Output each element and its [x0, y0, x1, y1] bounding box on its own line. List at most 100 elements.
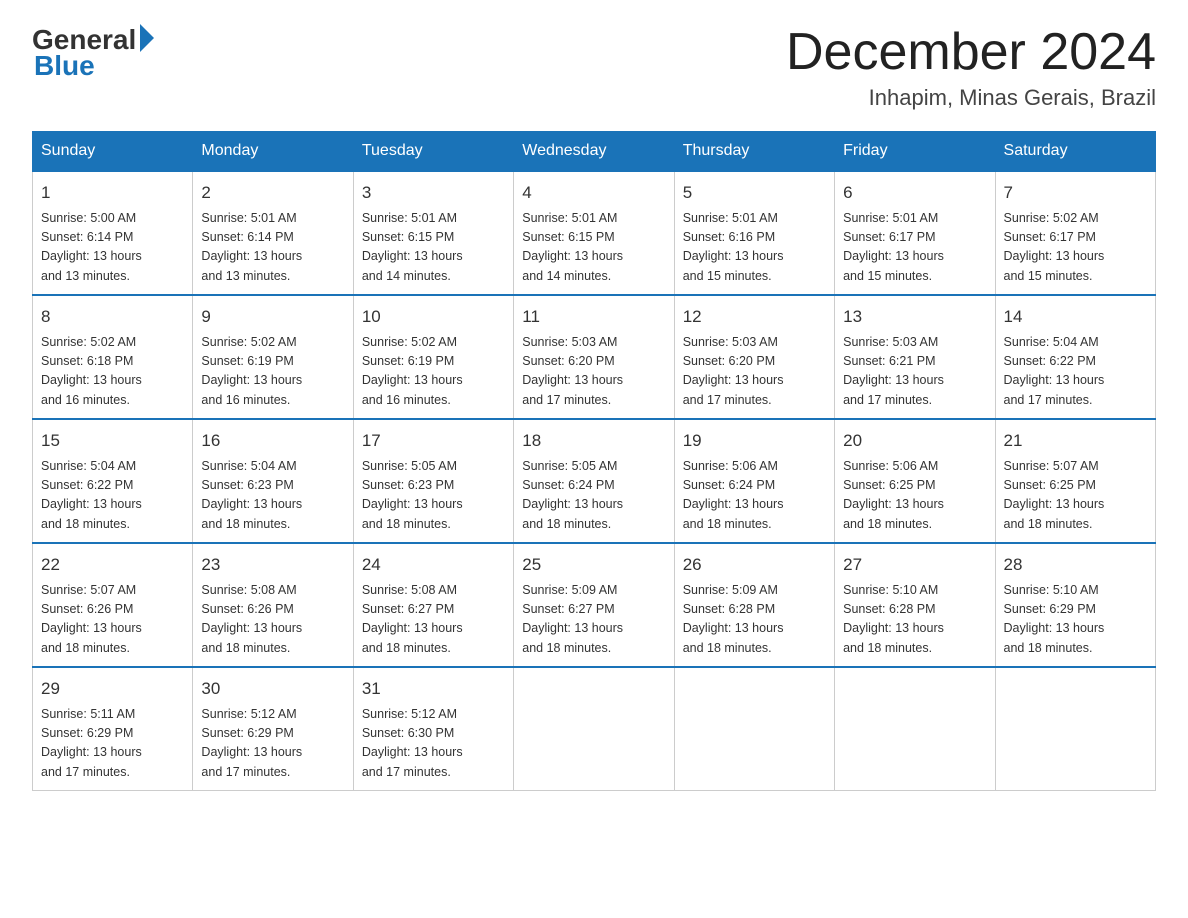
day-number: 1	[41, 180, 184, 206]
day-number: 11	[522, 304, 665, 330]
day-info: Sunrise: 5:04 AMSunset: 6:22 PMDaylight:…	[1004, 333, 1147, 411]
day-info: Sunrise: 5:10 AMSunset: 6:29 PMDaylight:…	[1004, 581, 1147, 659]
day-number: 27	[843, 552, 986, 578]
day-info: Sunrise: 5:00 AMSunset: 6:14 PMDaylight:…	[41, 209, 184, 287]
calendar-cell	[674, 667, 834, 791]
header-tuesday: Tuesday	[353, 132, 513, 172]
day-info: Sunrise: 5:09 AMSunset: 6:28 PMDaylight:…	[683, 581, 826, 659]
day-number: 16	[201, 428, 344, 454]
day-info: Sunrise: 5:08 AMSunset: 6:26 PMDaylight:…	[201, 581, 344, 659]
calendar-body: 1 Sunrise: 5:00 AMSunset: 6:14 PMDaylight…	[33, 171, 1156, 791]
day-number: 29	[41, 676, 184, 702]
calendar-cell	[835, 667, 995, 791]
title-block: December 2024 Inhapim, Minas Gerais, Bra…	[786, 24, 1156, 111]
day-number: 4	[522, 180, 665, 206]
header-friday: Friday	[835, 132, 995, 172]
day-number: 23	[201, 552, 344, 578]
header-sunday: Sunday	[33, 132, 193, 172]
day-number: 8	[41, 304, 184, 330]
calendar-cell: 26 Sunrise: 5:09 AMSunset: 6:28 PMDayligh…	[674, 543, 834, 667]
day-number: 22	[41, 552, 184, 578]
calendar-cell: 4 Sunrise: 5:01 AMSunset: 6:15 PMDaylight…	[514, 171, 674, 295]
day-number: 10	[362, 304, 505, 330]
day-info: Sunrise: 5:02 AMSunset: 6:19 PMDaylight:…	[362, 333, 505, 411]
calendar-cell: 9 Sunrise: 5:02 AMSunset: 6:19 PMDaylight…	[193, 295, 353, 419]
day-number: 7	[1004, 180, 1147, 206]
week-row-4: 22 Sunrise: 5:07 AMSunset: 6:26 PMDayligh…	[33, 543, 1156, 667]
day-info: Sunrise: 5:03 AMSunset: 6:21 PMDaylight:…	[843, 333, 986, 411]
calendar-cell: 24 Sunrise: 5:08 AMSunset: 6:27 PMDayligh…	[353, 543, 513, 667]
day-number: 26	[683, 552, 826, 578]
day-info: Sunrise: 5:01 AMSunset: 6:15 PMDaylight:…	[362, 209, 505, 287]
calendar-cell: 5 Sunrise: 5:01 AMSunset: 6:16 PMDaylight…	[674, 171, 834, 295]
day-info: Sunrise: 5:11 AMSunset: 6:29 PMDaylight:…	[41, 705, 184, 783]
day-number: 5	[683, 180, 826, 206]
calendar-cell: 8 Sunrise: 5:02 AMSunset: 6:18 PMDaylight…	[33, 295, 193, 419]
day-number: 13	[843, 304, 986, 330]
day-info: Sunrise: 5:12 AMSunset: 6:29 PMDaylight:…	[201, 705, 344, 783]
day-info: Sunrise: 5:01 AMSunset: 6:16 PMDaylight:…	[683, 209, 826, 287]
header-thursday: Thursday	[674, 132, 834, 172]
calendar-cell: 16 Sunrise: 5:04 AMSunset: 6:23 PMDayligh…	[193, 419, 353, 543]
day-info: Sunrise: 5:03 AMSunset: 6:20 PMDaylight:…	[522, 333, 665, 411]
calendar-cell: 13 Sunrise: 5:03 AMSunset: 6:21 PMDayligh…	[835, 295, 995, 419]
day-number: 14	[1004, 304, 1147, 330]
header-monday: Monday	[193, 132, 353, 172]
calendar-cell: 7 Sunrise: 5:02 AMSunset: 6:17 PMDaylight…	[995, 171, 1155, 295]
day-number: 25	[522, 552, 665, 578]
calendar-cell: 11 Sunrise: 5:03 AMSunset: 6:20 PMDayligh…	[514, 295, 674, 419]
day-info: Sunrise: 5:10 AMSunset: 6:28 PMDaylight:…	[843, 581, 986, 659]
day-number: 17	[362, 428, 505, 454]
day-number: 21	[1004, 428, 1147, 454]
day-info: Sunrise: 5:08 AMSunset: 6:27 PMDaylight:…	[362, 581, 505, 659]
calendar-cell	[995, 667, 1155, 791]
day-number: 30	[201, 676, 344, 702]
day-number: 9	[201, 304, 344, 330]
calendar-cell: 27 Sunrise: 5:10 AMSunset: 6:28 PMDayligh…	[835, 543, 995, 667]
header-saturday: Saturday	[995, 132, 1155, 172]
week-row-5: 29 Sunrise: 5:11 AMSunset: 6:29 PMDayligh…	[33, 667, 1156, 791]
calendar-header-row: SundayMondayTuesdayWednesdayThursdayFrid…	[33, 132, 1156, 172]
day-info: Sunrise: 5:04 AMSunset: 6:22 PMDaylight:…	[41, 457, 184, 535]
day-info: Sunrise: 5:02 AMSunset: 6:17 PMDaylight:…	[1004, 209, 1147, 287]
day-number: 20	[843, 428, 986, 454]
calendar-cell: 30 Sunrise: 5:12 AMSunset: 6:29 PMDayligh…	[193, 667, 353, 791]
calendar-cell: 19Sunrise: 5:06 AMSunset: 6:24 PMDayligh…	[674, 419, 834, 543]
calendar-cell: 31Sunrise: 5:12 AMSunset: 6:30 PMDayligh…	[353, 667, 513, 791]
calendar-cell: 29 Sunrise: 5:11 AMSunset: 6:29 PMDayligh…	[33, 667, 193, 791]
page-header: General Blue December 2024 Inhapim, Mina…	[32, 24, 1156, 111]
day-info: Sunrise: 5:07 AMSunset: 6:25 PMDaylight:…	[1004, 457, 1147, 535]
calendar-cell: 25 Sunrise: 5:09 AMSunset: 6:27 PMDayligh…	[514, 543, 674, 667]
day-number: 19	[683, 428, 826, 454]
calendar-cell: 3 Sunrise: 5:01 AMSunset: 6:15 PMDaylight…	[353, 171, 513, 295]
day-info: Sunrise: 5:03 AMSunset: 6:20 PMDaylight:…	[683, 333, 826, 411]
calendar-cell: 2 Sunrise: 5:01 AMSunset: 6:14 PMDaylight…	[193, 171, 353, 295]
calendar-cell: 17 Sunrise: 5:05 AMSunset: 6:23 PMDayligh…	[353, 419, 513, 543]
day-number: 12	[683, 304, 826, 330]
calendar-cell: 20 Sunrise: 5:06 AMSunset: 6:25 PMDayligh…	[835, 419, 995, 543]
calendar-cell	[514, 667, 674, 791]
calendar-cell: 28 Sunrise: 5:10 AMSunset: 6:29 PMDayligh…	[995, 543, 1155, 667]
day-info: Sunrise: 5:07 AMSunset: 6:26 PMDaylight:…	[41, 581, 184, 659]
day-info: Sunrise: 5:01 AMSunset: 6:14 PMDaylight:…	[201, 209, 344, 287]
week-row-3: 15 Sunrise: 5:04 AMSunset: 6:22 PMDayligh…	[33, 419, 1156, 543]
day-info: Sunrise: 5:01 AMSunset: 6:15 PMDaylight:…	[522, 209, 665, 287]
day-info: Sunrise: 5:05 AMSunset: 6:23 PMDaylight:…	[362, 457, 505, 535]
day-info: Sunrise: 5:04 AMSunset: 6:23 PMDaylight:…	[201, 457, 344, 535]
logo-triangle-icon	[140, 24, 154, 52]
day-info: Sunrise: 5:02 AMSunset: 6:18 PMDaylight:…	[41, 333, 184, 411]
day-number: 18	[522, 428, 665, 454]
day-info: Sunrise: 5:02 AMSunset: 6:19 PMDaylight:…	[201, 333, 344, 411]
day-info: Sunrise: 5:01 AMSunset: 6:17 PMDaylight:…	[843, 209, 986, 287]
week-row-1: 1 Sunrise: 5:00 AMSunset: 6:14 PMDaylight…	[33, 171, 1156, 295]
calendar-cell: 1 Sunrise: 5:00 AMSunset: 6:14 PMDaylight…	[33, 171, 193, 295]
day-info: Sunrise: 5:09 AMSunset: 6:27 PMDaylight:…	[522, 581, 665, 659]
day-number: 28	[1004, 552, 1147, 578]
day-info: Sunrise: 5:06 AMSunset: 6:25 PMDaylight:…	[843, 457, 986, 535]
calendar-table: SundayMondayTuesdayWednesdayThursdayFrid…	[32, 131, 1156, 791]
calendar-cell: 6Sunrise: 5:01 AMSunset: 6:17 PMDaylight…	[835, 171, 995, 295]
day-number: 24	[362, 552, 505, 578]
day-number: 3	[362, 180, 505, 206]
day-number: 15	[41, 428, 184, 454]
day-number: 2	[201, 180, 344, 206]
